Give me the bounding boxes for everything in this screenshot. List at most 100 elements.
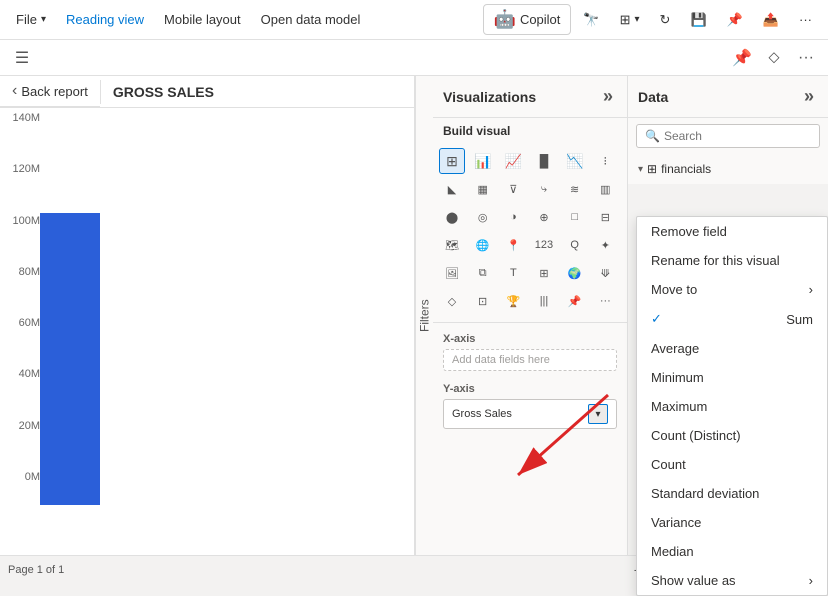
viz-funnel-icon[interactable]: ⊽ [500, 176, 526, 202]
filter-sort-btn[interactable]: ⬦ [760, 44, 788, 72]
context-remove-field[interactable]: Remove field [637, 217, 827, 246]
y-label-80m: 80M [4, 266, 40, 278]
menu-toggle-btn[interactable]: ☰ [8, 44, 36, 72]
save-btn[interactable]: 💾 [682, 8, 714, 32]
context-rename[interactable]: Rename for this visual [637, 246, 827, 275]
viz-panel-header: Visualizations » [433, 76, 627, 118]
viz-image-icon[interactable]: 🖼 [439, 260, 465, 286]
viz-line-icon[interactable]: 📉 [562, 148, 588, 174]
context-count-distinct[interactable]: Count (Distinct) [637, 421, 827, 450]
viz-paginate-icon[interactable]: ⊡ [470, 288, 496, 314]
viz-combo-icon[interactable]: ⤷ [531, 176, 557, 202]
viz-more-icon[interactable]: ··· [592, 288, 618, 314]
viz-geo-icon[interactable]: 🌍 [562, 260, 588, 286]
copilot-button[interactable]: 🤖 Copilot [483, 4, 572, 35]
data-panel-collapse[interactable]: » [800, 84, 818, 109]
context-minimum[interactable]: Minimum [637, 363, 827, 392]
viz-num-icon[interactable]: 123 [531, 232, 557, 258]
y-label-100m: 100M [4, 215, 40, 227]
copilot-icon: 🤖 [494, 9, 516, 30]
viz-smart-icon[interactable]: ✦ [592, 232, 618, 258]
build-visual-label: Build visual [433, 118, 627, 144]
viz-matrix-icon[interactable]: ⊟ [592, 204, 618, 230]
context-sum[interactable]: ✓ Sum [637, 304, 827, 334]
mobile-layout-menu[interactable]: Mobile layout [156, 8, 249, 31]
grid-icon: ⊞ [620, 12, 631, 28]
dropdown-arrow: ▾ [635, 14, 640, 25]
view-options-btn[interactable]: ⊞ ▾ [612, 8, 648, 32]
viz-gauge-icon[interactable]: ◑ [500, 204, 526, 230]
pin-btn[interactable]: 📌 [719, 8, 751, 32]
context-median[interactable]: Median [637, 537, 827, 566]
y-label-20m: 20M [4, 420, 40, 432]
xaxis-field-box[interactable]: Add data fields here [443, 349, 617, 371]
top-menu-bar: File ▾ Reading view Mobile layout Open d… [0, 0, 828, 40]
context-variance[interactable]: Variance [637, 508, 827, 537]
viz-chart-icon[interactable]: 📈 [500, 148, 526, 174]
database-icon: ⊞ [647, 162, 657, 176]
yaxis-field-filled[interactable]: Gross Sales ▾ [443, 399, 617, 429]
maximum-label: Maximum [651, 399, 707, 414]
file-menu[interactable]: File ▾ [8, 8, 54, 31]
data-tree-financials[interactable]: ▾ ⊞ financials [628, 158, 828, 180]
y-label-0m: 0M [4, 471, 40, 483]
open-data-model-menu[interactable]: Open data model [253, 8, 369, 31]
context-average[interactable]: Average [637, 334, 827, 363]
context-show-value-as[interactable]: Show value as › [637, 566, 827, 595]
filters-panel[interactable]: Filters [415, 76, 433, 555]
share-btn[interactable]: 📤 [755, 8, 787, 32]
data-panel-title: Data [638, 89, 668, 105]
chart-bar-1[interactable] [40, 213, 100, 505]
viz-text-icon[interactable]: T [500, 260, 526, 286]
viz-pie-icon[interactable]: ⬤ [439, 204, 465, 230]
viz-map-icon[interactable]: 🗺 [439, 232, 465, 258]
viz-table2-icon[interactable]: ⊞ [531, 260, 557, 286]
chart-bars [40, 116, 406, 509]
viz-waterfall-icon[interactable]: ▥ [592, 176, 618, 202]
data-panel-header: Data » [628, 76, 828, 118]
viz-table-icon[interactable]: ⊞ [439, 148, 465, 174]
search-box[interactable]: 🔍 [636, 124, 820, 148]
viz-barcode-icon[interactable]: ||| [531, 288, 557, 314]
back-report-button[interactable]: ‹ Back report [0, 76, 100, 107]
refresh-btn[interactable]: ↻ [652, 8, 679, 32]
viz-panel-collapse[interactable]: » [599, 84, 617, 109]
viz-treemap-icon[interactable]: ▦ [470, 176, 496, 202]
copilot-label: Copilot [520, 12, 560, 27]
viz-shape-icon[interactable]: ◇ [439, 288, 465, 314]
viz-slicer-icon[interactable]: ⧉ [470, 260, 496, 286]
reading-view-menu[interactable]: Reading view [58, 8, 152, 31]
viz-donut-icon[interactable]: ◎ [470, 204, 496, 230]
viz-decomp-icon[interactable]: ⟱ [592, 260, 618, 286]
viz-area-icon[interactable]: ◣ [439, 176, 465, 202]
context-std-dev[interactable]: Standard deviation [637, 479, 827, 508]
more-options-btn[interactable]: ··· [791, 8, 820, 31]
data-tree: ▾ ⊞ financials [628, 154, 828, 184]
more-btn[interactable]: ··· [792, 44, 820, 72]
viz-scatter-icon[interactable]: ⁝ [592, 148, 618, 174]
back-report-label: Back report [21, 84, 87, 99]
search-input[interactable] [664, 129, 819, 143]
viz-bar2-icon[interactable]: ▐▌ [531, 148, 557, 174]
yaxis-dropdown-btn[interactable]: ▾ [588, 404, 608, 424]
share-icon: 📤 [763, 12, 779, 28]
context-move-to[interactable]: Move to › [637, 275, 827, 304]
pin2-btn[interactable]: 📌 [728, 44, 756, 72]
chart-area: 140M 120M 100M 80M 60M 40M 20M 0M [0, 108, 414, 517]
count-distinct-label: Count (Distinct) [651, 428, 741, 443]
report-canvas: ‹ Back report GROSS SALES 140M 120M 100M… [0, 76, 415, 555]
context-maximum[interactable]: Maximum [637, 392, 827, 421]
context-count[interactable]: Count [637, 450, 827, 479]
context-menu: Remove field Rename for this visual Move… [636, 216, 828, 596]
viz-card-icon[interactable]: □ [562, 204, 588, 230]
hamburger-icon: ☰ [15, 48, 29, 68]
viz-qa-icon[interactable]: Q [562, 232, 588, 258]
viz-trophy-icon[interactable]: 🏆 [500, 288, 526, 314]
viz-fill-map-icon[interactable]: 🌐 [470, 232, 496, 258]
viz-ribbon-icon[interactable]: ≋ [562, 176, 588, 202]
viz-bar-icon[interactable]: 📊 [470, 148, 496, 174]
viz-pin3-icon[interactable]: 📌 [562, 288, 588, 314]
binoculars-btn[interactable]: 🔭 [575, 8, 607, 32]
viz-kpi-icon[interactable]: ⊕ [531, 204, 557, 230]
viz-azure-map-icon[interactable]: 📍 [500, 232, 526, 258]
